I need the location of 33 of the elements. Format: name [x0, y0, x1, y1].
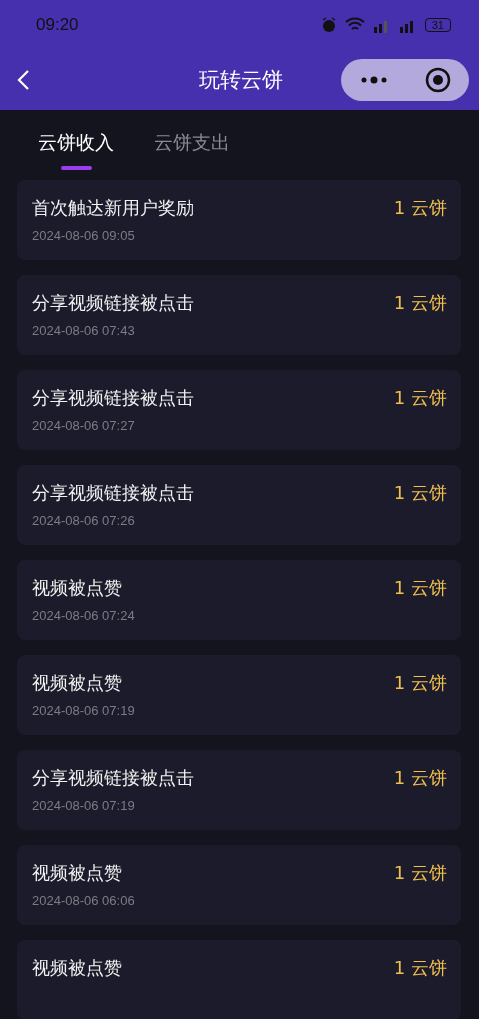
record-amount: 1 云饼: [393, 671, 447, 695]
record-amount: 1 云饼: [393, 861, 447, 885]
battery-icon: 31: [424, 18, 451, 32]
record-title: 分享视频链接被点击: [32, 481, 194, 505]
tab[interactable]: 云饼收入: [38, 130, 114, 170]
record-time: 2024-08-06 06:06: [32, 893, 135, 908]
record-title: 首次触达新用户奖励: [32, 196, 194, 220]
record-time: 2024-08-06 07:26: [32, 513, 136, 528]
record-amount: 1 云饼: [393, 291, 447, 315]
tab[interactable]: 云饼支出: [154, 130, 230, 170]
record-time: 2024-08-06 07:24: [32, 608, 135, 623]
record-amount: 1 云饼: [393, 766, 447, 790]
record-title: 分享视频链接被点击: [32, 291, 194, 315]
record-title: 分享视频链接被点击: [32, 386, 194, 410]
record-time: 2024-08-06 07:43: [32, 323, 136, 338]
page-title: 玩转云饼: [198, 67, 283, 94]
record-title: 分享视频链接被点击: [32, 766, 194, 790]
record-time: 2024-08-06 07:19: [32, 798, 136, 813]
record-title: 视频被点赞: [32, 576, 123, 600]
record-time: 2024-08-06 07:19: [32, 703, 135, 718]
record-amount: 1 云饼: [393, 576, 447, 600]
status-time: 09:20: [36, 15, 79, 35]
record-title: 视频被点赞: [32, 956, 122, 980]
record-time: 2024-08-06 09:05: [32, 228, 136, 243]
record-amount: 1 云饼: [393, 956, 447, 980]
record-amount: 1 云饼: [393, 196, 447, 220]
alarm-icon: [320, 17, 337, 33]
record-title: 视频被点赞: [32, 671, 123, 695]
record-time: 2024-08-06 07:27: [32, 418, 136, 433]
more-icon[interactable]: [359, 76, 388, 84]
record-amount: 1 云饼: [393, 481, 447, 505]
record-amount: 1 云饼: [393, 386, 447, 410]
record-title: 视频被点赞: [32, 861, 123, 885]
